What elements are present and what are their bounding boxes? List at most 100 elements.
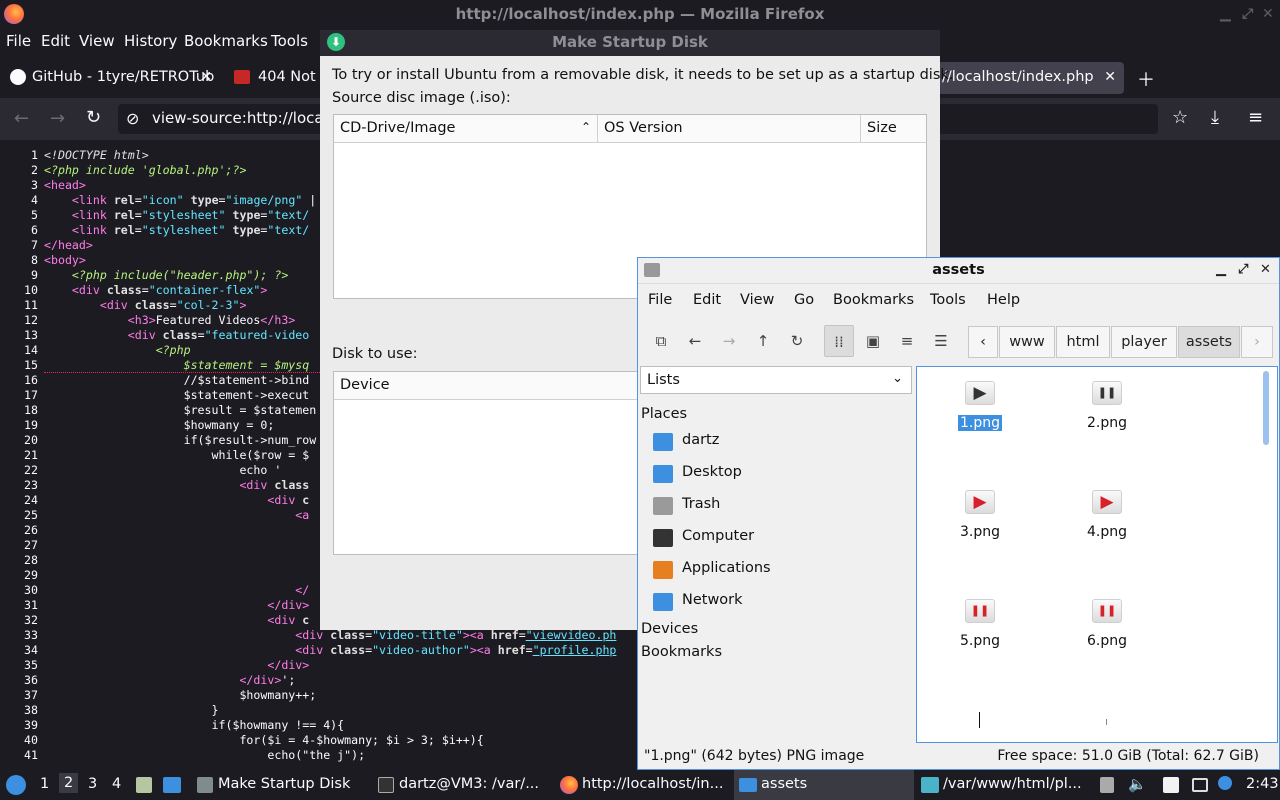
icon-view-icon[interactable]: ⁞⁞ [824, 325, 854, 357]
url-text[interactable]: view-source:http://locall [152, 109, 332, 127]
file-item[interactable]: ❚❚ 2.png [1057, 381, 1157, 431]
forward-arrow-icon[interactable]: → [50, 108, 65, 129]
page-info-icon[interactable]: ⊘ [126, 109, 139, 128]
compact-view-icon[interactable]: ≡ [892, 325, 922, 357]
menu-tools[interactable]: Tools [271, 32, 308, 50]
close-icon[interactable]: ✕ [1260, 262, 1271, 277]
file-manager-launcher-icon[interactable] [136, 777, 152, 793]
back-arrow-icon[interactable]: ← [680, 325, 710, 357]
removable-drive-icon[interactable] [1100, 777, 1114, 793]
source-line: <!DOCTYPE html> [44, 148, 149, 162]
column-os-version[interactable]: OS Version [598, 115, 861, 143]
task-startup-disk[interactable]: Make Startup Disk [218, 776, 366, 792]
menu-view[interactable]: View [79, 32, 115, 50]
place-network[interactable]: Network [653, 592, 743, 611]
start-menu-icon[interactable] [6, 775, 26, 795]
line-number: 25 [24, 508, 38, 522]
fm-menu-go[interactable]: Go [794, 292, 814, 308]
place-desktop[interactable]: Desktop [653, 464, 742, 483]
workspace-2[interactable]: 2 [59, 773, 79, 793]
fm-menu-help[interactable]: Help [987, 292, 1020, 308]
line-number: 34 [24, 643, 38, 657]
fm-menu-tools[interactable]: Tools [930, 292, 966, 308]
maximize-icon[interactable]: ⤢ [1238, 262, 1248, 277]
file-item[interactable]: ❚❚ 5.png [930, 599, 1030, 649]
tab-404[interactable]: 404 Not F [230, 62, 322, 94]
clipboard-icon[interactable] [1163, 777, 1179, 793]
line-number: 23 [24, 478, 38, 492]
file-item[interactable]: ▶ 4.png [1057, 490, 1157, 540]
new-tab-icon[interactable]: ＋ [1137, 66, 1155, 92]
place-applications[interactable]: Applications [653, 560, 771, 579]
up-arrow-icon[interactable]: ↑ [748, 325, 778, 357]
menu-file[interactable]: File [6, 32, 31, 50]
play-image-icon: ▶ [965, 381, 995, 405]
workspace-1[interactable]: 1 [40, 776, 49, 792]
line-number: 2 [31, 163, 38, 177]
source-line: <div class [239, 478, 310, 492]
source-label: Source disc image (.iso): [332, 90, 511, 106]
tab-localhost[interactable]: //localhost/index.php ✕ [938, 62, 1124, 94]
file-item[interactable]: ▶ 3.png [930, 490, 1030, 540]
close-tab-icon[interactable]: ✕ [1104, 69, 1116, 85]
detailed-view-icon[interactable]: ☰ [926, 325, 956, 357]
volume-icon[interactable]: 🔈 [1128, 775, 1147, 793]
place-computer[interactable]: Computer [653, 528, 755, 547]
network-icon[interactable] [1192, 778, 1208, 792]
breadcrumb-html[interactable]: html [1056, 326, 1110, 358]
place-label: Computer [682, 528, 755, 544]
downloads-icon[interactable]: ⤓ [1211, 107, 1219, 128]
line-number: 35 [24, 658, 38, 672]
fm-menu-file[interactable]: File [648, 292, 672, 308]
desktop-launcher-icon[interactable] [163, 777, 181, 793]
file-item[interactable]: ▶ 1.png [930, 381, 1030, 431]
breadcrumb-left-icon[interactable]: ‹ [968, 326, 998, 358]
fm-menu-edit[interactable]: Edit [693, 292, 721, 308]
minimize-icon[interactable]: ▁ [1216, 262, 1226, 277]
minimize-icon[interactable]: ▁ [1220, 6, 1231, 22]
column-size[interactable]: Size [861, 115, 926, 143]
workspace-3[interactable]: 3 [88, 776, 97, 792]
task-firefox[interactable]: http://localhost/in... [582, 776, 727, 792]
task-terminal[interactable]: dartz@VM3: /var/... [399, 776, 549, 792]
menu-history[interactable]: History [124, 32, 177, 50]
scrollbar-thumb[interactable] [1263, 371, 1269, 445]
task-assets[interactable]: assets [761, 776, 807, 792]
menu-edit[interactable]: Edit [41, 32, 70, 50]
breadcrumb-assets[interactable]: assets [1178, 326, 1240, 358]
source-line: </div> [267, 598, 310, 612]
task-image-viewer[interactable]: /var/www/html/pl... [943, 776, 1093, 792]
file-icon-view[interactable]: ▶ 1.png ❚❚ 2.png ▶ 3.png ▶ 4.png ❚❚ 5.png ❚❚ 6.png [916, 366, 1278, 743]
menu-bookmarks[interactable]: Bookmarks [184, 32, 268, 50]
reload-icon[interactable]: ↻ [782, 325, 812, 357]
devices-heading[interactable]: Devices [641, 621, 698, 637]
column-cd-drive[interactable]: CD-Drive/Image ⌃ [334, 115, 598, 143]
close-tab-icon[interactable]: ✕ [200, 69, 212, 85]
file-item[interactable]: ❚❚ 6.png [1057, 599, 1157, 649]
close-icon[interactable]: ✕ [1262, 6, 1274, 22]
breadcrumb-right-icon[interactable]: › [1241, 326, 1273, 358]
tab-github[interactable]: GitHub - 1tyre/RETROTub ✕ [6, 62, 220, 94]
updates-icon[interactable] [1218, 776, 1232, 790]
back-arrow-icon[interactable]: ← [14, 108, 29, 129]
side-pane-mode-select[interactable]: Lists ⌄ [640, 366, 912, 394]
line-number: 18 [24, 403, 38, 417]
fm-menu-bookmarks[interactable]: Bookmarks [833, 292, 914, 308]
fm-statusbar: "1.png" (642 bytes) PNG image Free space… [638, 746, 1279, 768]
bookmark-star-icon[interactable]: ☆ [1172, 107, 1188, 128]
reload-icon[interactable]: ↻ [86, 107, 101, 128]
fm-menu-view[interactable]: View [740, 292, 774, 308]
thumbnail-view-icon[interactable]: ▣ [858, 325, 888, 357]
app-menu-icon[interactable]: ≡ [1248, 107, 1263, 128]
breadcrumb-www[interactable]: www [999, 326, 1055, 358]
forward-arrow-icon[interactable]: → [714, 325, 744, 357]
maximize-icon[interactable]: ⤢ [1242, 6, 1253, 22]
source-line: <div c [267, 493, 310, 507]
place-trash[interactable]: Trash [653, 496, 720, 515]
bookmarks-heading[interactable]: Bookmarks [641, 644, 722, 660]
clock[interactable]: 2:43 [1246, 776, 1279, 792]
workspace-4[interactable]: 4 [112, 776, 121, 792]
place-dartz[interactable]: dartz [653, 432, 719, 451]
new-window-icon[interactable]: ⧉ [646, 325, 676, 357]
breadcrumb-player[interactable]: player [1111, 326, 1177, 358]
